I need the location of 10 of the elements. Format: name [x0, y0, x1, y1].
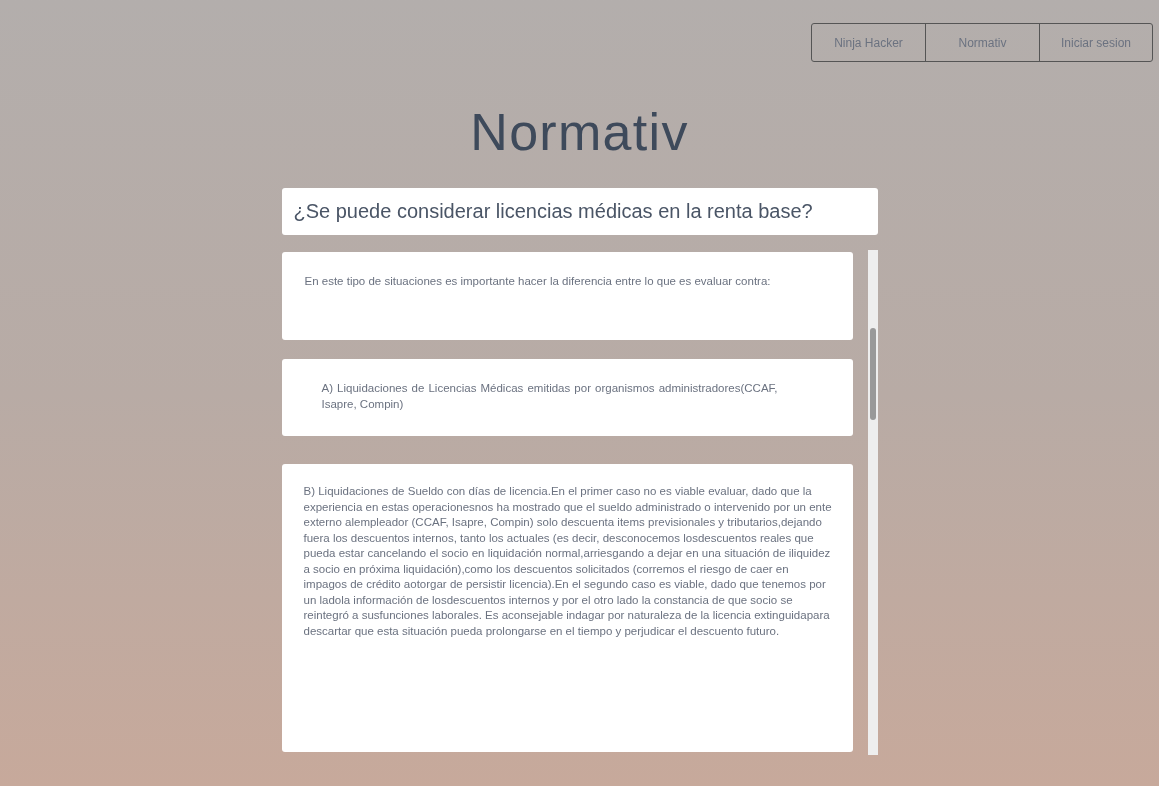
- page-title: Normativ: [470, 106, 689, 158]
- scrollbar[interactable]: [867, 250, 878, 755]
- answer-text: A) Liquidaciones de Licencias Médicas emitidas por organismos administradores(CCAF, Isapre, Compin): [321, 381, 778, 412]
- nav-link[interactable]: Iniciar sesion: [1039, 24, 1152, 61]
- answer-text: En este tipo de situaciones es importante hacer la diferencia entre lo que es evaluar contra:: [304, 274, 772, 289]
- scrollbar-thumb[interactable]: [869, 328, 876, 420]
- question-field[interactable]: ¿Se puede considerar licencias médicas en la renta base?: [281, 188, 878, 235]
- nav-link[interactable]: Normativ: [925, 24, 1039, 61]
- answer-text: B) Liquidaciones de Sueldo con días de licencia.En el primer caso no es viable evaluar, dado que la experiencia en estas operacionesnos ha mostrado que el sueldo administrado o intervenido por un ente externo alempleador (CCAF, Isapre, Compin) solo descuenta items previsionales y tributarios,dejando fuera los descuentos internos, tanto los actuales (es decir, desconocemos losdescuentos reales que pueda estar cancelando el socio en liquidación normal,arriesgando a dejar en una situación de iliquidez a socio en próxima liquidación),como los descuentos solicitados (corremos el riesgo de caer en impagos de crédito aotorgar de persistir licencia).En el segundo caso es viable, dado que tenemos por un ladola información de losdescuentos internos y por el otro lado la constancia de que socio se reintegró a susfunciones laborales. Es aconsejable indagar por naturaleza de la licencia extinguidapara descartar que esta situación pueda prolongarse en el tiempo y perjudicar el descuento futuro.: [303, 484, 833, 639]
- nav-link[interactable]: Ninja Hacker: [812, 24, 925, 61]
